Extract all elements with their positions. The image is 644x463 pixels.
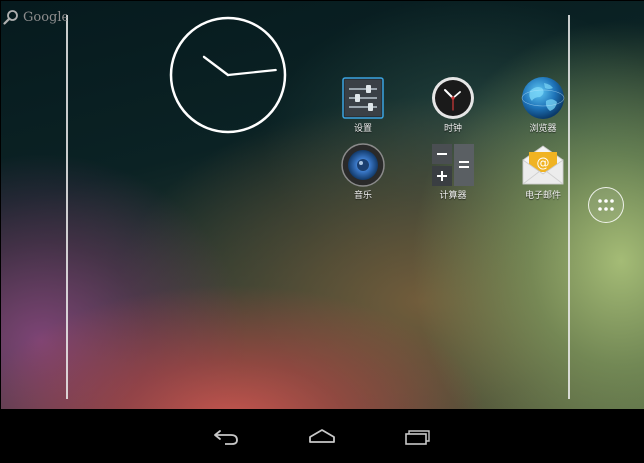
app-settings-label: 设置 [353, 124, 372, 134]
recent-apps-icon [405, 430, 430, 445]
all-apps-button[interactable] [588, 187, 624, 223]
back-icon [214, 430, 238, 445]
app-music-label: 音乐 [353, 191, 372, 201]
app-clock-label: 时钟 [443, 124, 462, 134]
calculator-icon [430, 142, 476, 188]
globe-icon [520, 75, 566, 121]
app-grid-icon [598, 199, 614, 211]
recent-apps-button[interactable] [398, 421, 438, 451]
workspace-left-edge [66, 15, 68, 399]
app-browser-label: 浏览器 [529, 124, 557, 134]
google-search-label: Google [23, 9, 67, 25]
search-icon [3, 10, 18, 25]
app-calculator[interactable]: 计算器 [418, 142, 488, 202]
back-button[interactable] [206, 421, 246, 451]
wallpaper [1, 1, 644, 409]
app-email-label: 电子邮件 [524, 191, 561, 201]
home-icon [309, 429, 335, 443]
app-browser[interactable]: 浏览器 [508, 75, 578, 135]
google-search-bar[interactable]: Google [3, 6, 67, 28]
clock-hour-hand [202, 55, 230, 77]
clock-minute-hand [226, 68, 277, 77]
home-screen: Google 设置 时钟 浏览器 音乐 计算器 @ 电子邮件 [0, 0, 644, 463]
workspace-right-edge [568, 15, 570, 399]
speaker-icon [340, 142, 386, 188]
envelope-icon: @ [520, 142, 566, 188]
svg-text:@: @ [537, 156, 550, 171]
home-button[interactable] [302, 421, 342, 451]
clock-icon [430, 75, 476, 121]
analog-clock-widget[interactable] [169, 16, 287, 134]
settings-icon [340, 75, 386, 121]
app-music[interactable]: 音乐 [328, 142, 398, 202]
app-clock[interactable]: 时钟 [418, 75, 488, 135]
app-calculator-label: 计算器 [439, 191, 467, 201]
app-email[interactable]: @ 电子邮件 [508, 142, 578, 202]
app-settings[interactable]: 设置 [328, 75, 398, 135]
navigation-bar [1, 409, 644, 463]
